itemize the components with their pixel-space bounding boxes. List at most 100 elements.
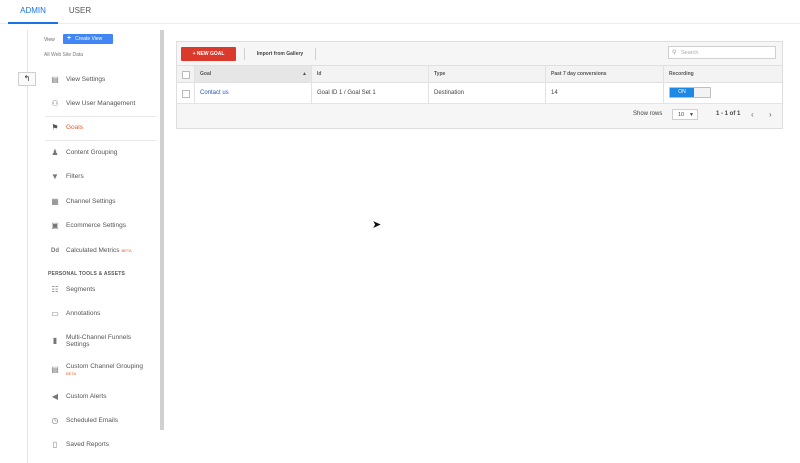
column-header-type[interactable]: Type [434,66,544,82]
sidebar-item-view-user-management[interactable]: ⚇ View User Management [50,96,160,112]
flag-icon: ⚑ [51,123,59,132]
sidebar-item-label: Filters [66,173,84,180]
show-rows-label: Show rows [633,111,663,117]
funnel-icon: ▼ [51,172,59,181]
label-line1: Custom Channel Grouping [66,363,143,370]
sidebar-scrollbar[interactable] [160,30,164,430]
sidebar-item-goals[interactable]: ⚑ Goals [50,120,160,136]
sort-ascending-icon: ▲ [302,71,307,77]
sidebar-item-label: Goals [66,124,83,131]
sidebar-item-annotations[interactable]: ▭ Annotations [50,306,160,322]
column-header-id[interactable]: Id [317,66,427,82]
select-all-checkbox[interactable] [182,71,190,79]
search-icon: ⚲ [672,50,677,56]
section-heading: PERSONAL TOOLS & ASSETS [48,271,126,277]
sidebar-item-label: Segments [66,286,96,293]
sidebar-item-label: Annotations [66,310,101,317]
pagination-range-text: 1 - 1 of 1 [716,111,741,117]
next-page-icon[interactable]: › [769,109,772,121]
sidebar-item-calculated-metrics[interactable]: Dd Calculated Metrics BETA [50,243,160,259]
back-arrow-icon[interactable]: ↰ [18,72,36,86]
sidebar-item-label: Custom Alerts [66,393,107,400]
page-icon: ▤ [51,75,59,84]
table-footer: Show rows 10 ▼ 1 - 1 of 1 ‹ › [177,104,782,128]
goal-link[interactable]: Contact us [200,83,229,103]
report-icon: ▯ [52,440,58,449]
row-checkbox[interactable] [182,90,190,98]
dd-icon: Dd [51,248,59,254]
megaphone-icon: ◀ [51,392,59,401]
sidebar-item-label: Scheduled Emails [66,417,119,424]
clock-icon: ◷ [51,416,59,425]
sidebar-item-segments[interactable]: ☷ Segments [50,282,160,298]
tab-user[interactable]: USER [62,0,98,22]
sidebar-item-label: Content Grouping [66,149,118,156]
bars-icon: ▮ [52,336,58,345]
comment-icon: ▭ [51,309,59,318]
mouse-cursor-icon: ➤ [372,219,382,231]
segments-icon: ☷ [51,285,59,294]
plus-icon: + [67,35,72,42]
goal-type: Destination [434,90,465,96]
table-toolbar: + NEW GOAL Import from Gallery ⚲ Search [177,42,782,66]
sidebar-item-custom-alerts[interactable]: ◀ Custom Alerts [50,389,160,405]
sidebar-item-filters[interactable]: ▼ Filters [50,169,160,185]
cart-icon: ▣ [51,221,59,230]
divider [244,48,245,60]
recording-toggle-on: ON [670,88,694,97]
label-line2: Settings [66,341,90,348]
view-label: View [44,37,55,43]
beta-badge: BETA [66,371,77,376]
label-line1: Multi-Channel Funnels [66,334,132,341]
beta-badge: BETA [121,248,132,253]
sidebar-item-view-settings[interactable]: ▤ View Settings [50,72,160,88]
sidebar-item-scheduled-emails[interactable]: ◷ Scheduled Emails [50,413,160,429]
divider [46,140,156,141]
sidebar-item-label: Calculated Metrics BETA [66,243,132,259]
people-icon: ⚇ [51,99,59,108]
column-header-conversions[interactable]: Past 7 day conversions [551,66,661,82]
previous-page-icon[interactable]: ‹ [751,109,754,121]
sidebar-item-label: Custom Channel Grouping BETA [66,363,143,377]
pagination-range: 1 - 1 of 1 [716,111,740,117]
sidebar-item-channel-settings[interactable]: ▦ Channel Settings [50,194,160,210]
sidebar-item-content-grouping[interactable]: ♟ Content Grouping [50,145,160,161]
new-goal-button[interactable]: + NEW GOAL [181,47,236,61]
grouping-icon: ▤ [51,365,59,374]
recording-toggle[interactable]: ON [669,87,711,98]
column-header-label: Goal [200,71,212,77]
rows-per-page-select[interactable]: 10 ▼ [672,109,698,120]
goal-conversions: 14 [551,90,558,96]
left-rail [27,30,28,463]
admin-user-tabs: ADMIN USER [0,0,800,24]
person-icon: ♟ [51,148,59,157]
sidebar-item-label: View Settings [66,76,106,83]
divider [46,116,156,117]
table-header: Goal ▲ Id Type Past 7 day conversions Re… [177,66,782,83]
sidebar-item-label: Multi-Channel Funnels Settings [66,334,131,348]
create-view-button[interactable]: + Create View [63,34,113,44]
column-header-goal[interactable]: Goal ▲ [195,66,311,82]
sidebar-item-ecommerce-settings[interactable]: ▣ Ecommerce Settings [50,218,160,234]
sidebar-item-label: Channel Settings [66,198,116,205]
sidebar-item-saved-reports[interactable]: ▯ Saved Reports [50,437,160,453]
sidebar-item-label: View User Management [66,100,136,107]
search-placeholder: Search [681,50,699,56]
column-header-recording[interactable]: Recording [669,66,779,82]
rows-per-page-value: 10 [678,112,685,118]
view-name: All Web Site Data [44,52,84,58]
import-from-gallery-button[interactable]: Import from Gallery [247,47,313,61]
sidebar-item-label: Saved Reports [66,441,109,448]
search-input[interactable]: ⚲ Search [668,46,776,59]
sidebar-item-multi-channel-funnels[interactable]: ▮ Multi-Channel Funnels Settings [50,333,160,349]
sidebar-item-custom-channel-grouping[interactable]: ▤ Custom Channel Grouping BETA [50,362,160,378]
tab-admin[interactable]: ADMIN [8,0,58,24]
chevron-down-icon: ▼ [689,112,694,118]
create-view-label: Create View [75,36,103,42]
sidebar-item-text: Calculated Metrics [66,247,120,254]
channel-icon: ▦ [51,197,59,206]
goals-table-panel: + NEW GOAL Import from Gallery ⚲ Search … [176,41,783,129]
sidebar-item-label: Ecommerce Settings [66,222,126,229]
goal-id: Goal ID 1 / Goal Set 1 [317,90,376,96]
divider [315,48,316,60]
